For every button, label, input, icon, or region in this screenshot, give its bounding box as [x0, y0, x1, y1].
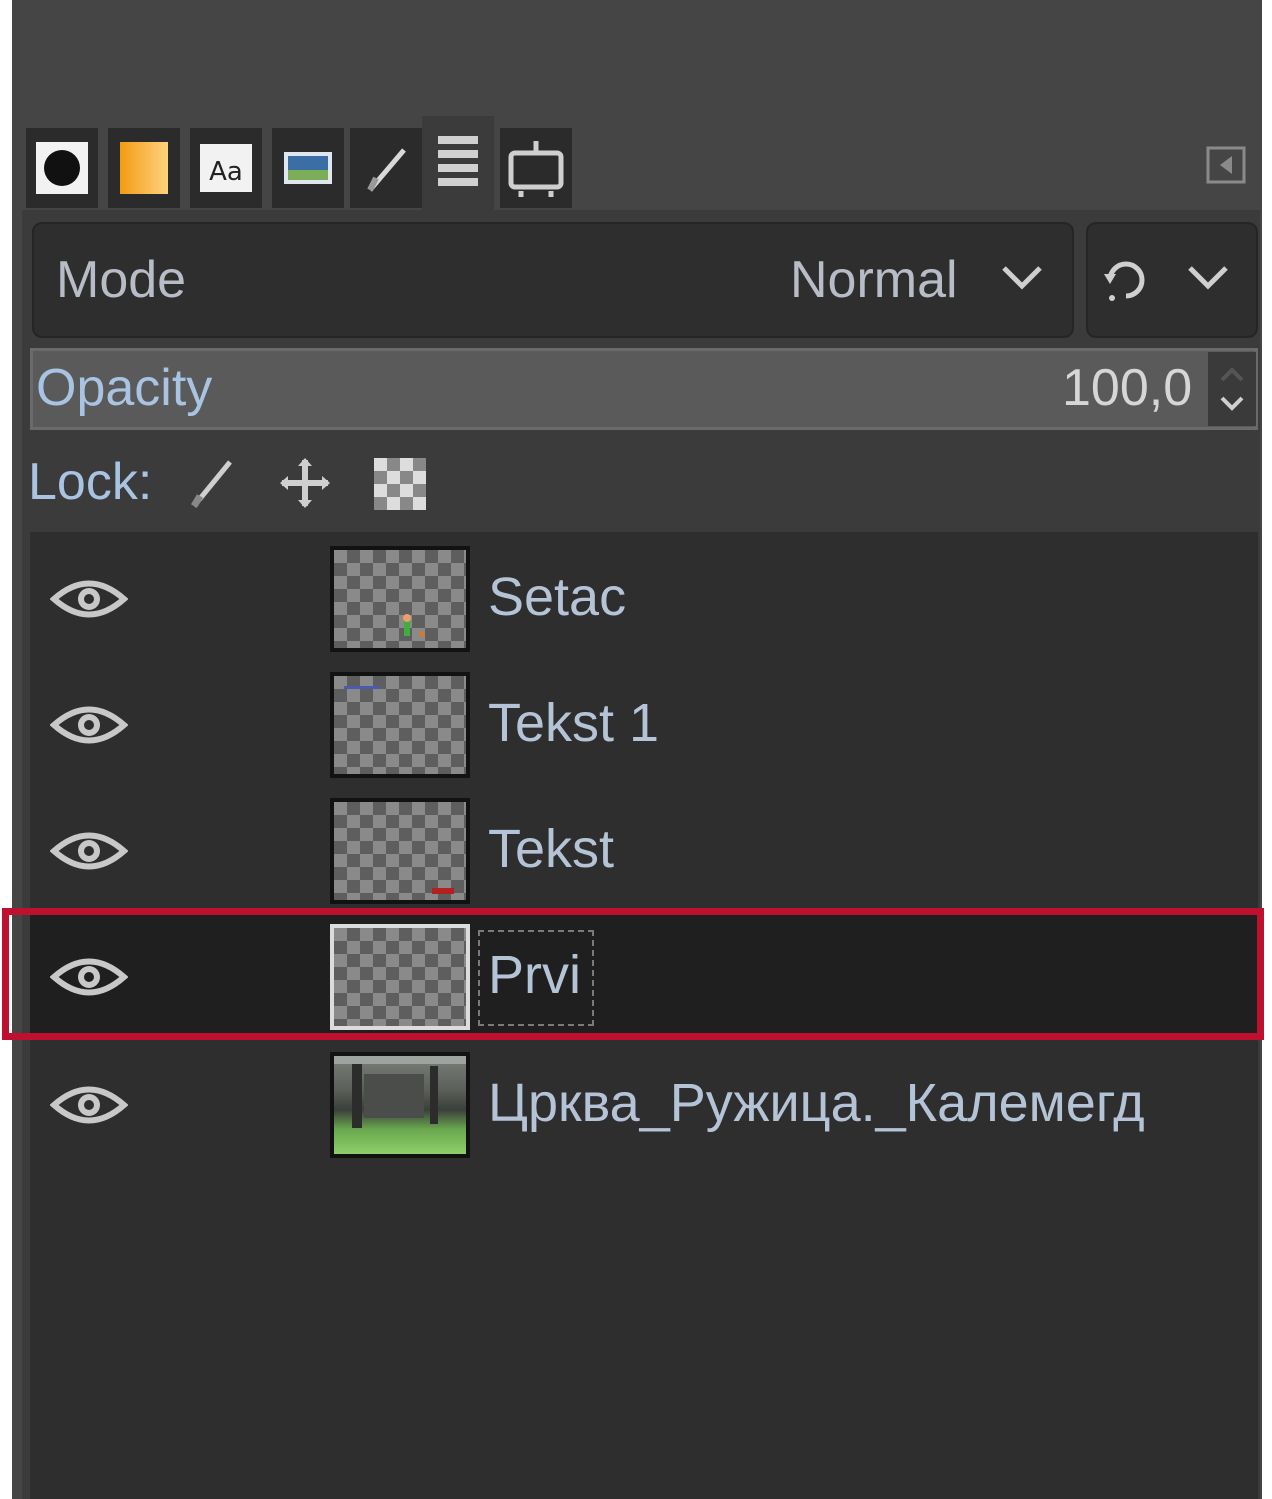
selected-layer-highlight-box: [2, 908, 1264, 1040]
lock-pixels-icon[interactable]: [186, 456, 236, 514]
eye-icon[interactable]: [49, 700, 129, 754]
mode-label: Mode: [56, 251, 187, 309]
brush-tip-icon: [34, 140, 90, 196]
layer-row-crkva-ruzica[interactable]: Црква_Ружица._Калемегд: [30, 1040, 1258, 1166]
mode-value[interactable]: Normal: [790, 250, 958, 310]
layer-row-tekst-1[interactable]: Tekst 1: [30, 660, 1258, 786]
lock-position-icon[interactable]: [278, 456, 332, 514]
tab-undo-history[interactable]: [500, 128, 572, 208]
layer-thumbnail[interactable]: [330, 672, 470, 778]
lock-label: Lock:: [28, 453, 153, 511]
eye-icon[interactable]: [49, 826, 129, 880]
eye-icon[interactable]: [49, 574, 129, 628]
layer-thumbnail[interactable]: [330, 798, 470, 904]
layer-name[interactable]: Црква_Ружица._Калемегд: [488, 1072, 1145, 1134]
configure-tab-icon[interactable]: [1206, 146, 1246, 184]
layer-thumbnail[interactable]: [330, 546, 470, 652]
layer-name[interactable]: Tekst: [488, 818, 614, 880]
fonts-icon: Aa: [198, 140, 254, 196]
opacity-value[interactable]: 100,0: [1062, 358, 1192, 418]
images-icon: [280, 140, 336, 196]
layers-icon: [430, 128, 486, 198]
composite-mode-icon: [1100, 254, 1152, 310]
tab-fonts[interactable]: Aa: [190, 128, 262, 208]
layer-row-setac[interactable]: Setac: [30, 534, 1258, 660]
chevron-down-icon[interactable]: [1184, 262, 1232, 296]
layer-name[interactable]: Tekst 1: [488, 692, 659, 754]
eye-icon[interactable]: [49, 1080, 129, 1134]
layer-name[interactable]: Setac: [488, 566, 626, 628]
tab-brushes[interactable]: [26, 128, 98, 208]
gradient-icon: [116, 140, 172, 196]
tab-images[interactable]: [272, 128, 344, 208]
tab-gradients[interactable]: [108, 128, 180, 208]
tab-layers[interactable]: [422, 116, 494, 210]
layer-row-tekst[interactable]: Tekst: [30, 786, 1258, 912]
svg-text:Aa: Aa: [209, 157, 243, 187]
opacity-spin-buttons[interactable]: [1208, 352, 1256, 426]
lock-alpha-icon[interactable]: [372, 456, 428, 516]
history-icon: [505, 137, 567, 199]
layer-thumbnail[interactable]: [330, 1052, 470, 1158]
paths-icon: [358, 140, 414, 196]
opacity-label: Opacity: [36, 359, 213, 417]
chevron-down-icon[interactable]: [998, 262, 1046, 296]
tab-paths[interactable]: [350, 128, 422, 208]
